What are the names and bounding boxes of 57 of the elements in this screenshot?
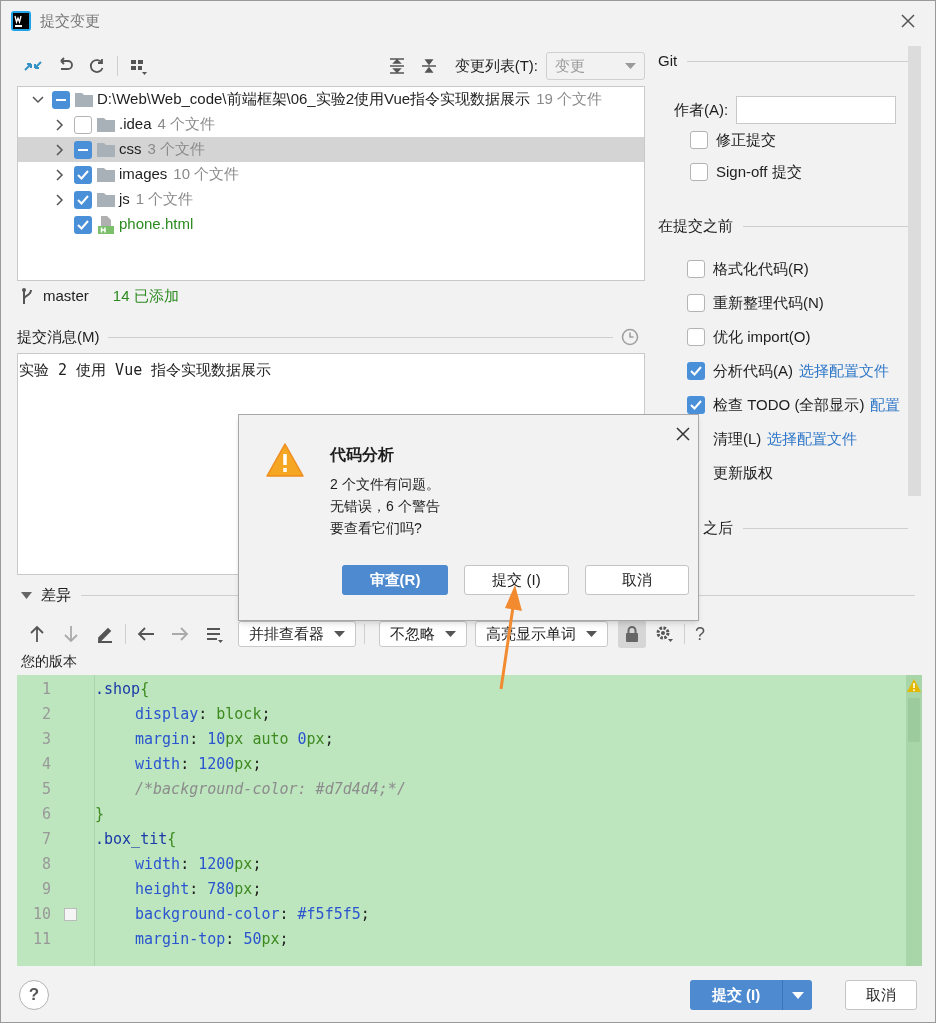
line-number: 2	[40, 704, 51, 726]
code-line: .shop{	[95, 679, 150, 701]
option-label: 检查 TODO (全部显示)	[713, 394, 865, 415]
section-title: 在提交之前	[658, 215, 733, 236]
diff-section-title: 差异	[41, 584, 71, 605]
code-line: height: 780px;	[134, 879, 262, 901]
file-count: 3 个文件	[147, 139, 205, 160]
added-count: 14 已添加	[112, 285, 179, 306]
file-count: 19 个文件	[536, 89, 603, 110]
tree-item-label: css	[119, 139, 142, 160]
option-label: 格式化代码(R)	[713, 258, 809, 279]
author-label: 作者(A):	[674, 99, 729, 120]
section-title: 之后	[703, 517, 733, 538]
option-label: 清理(L)	[713, 428, 762, 449]
file-count: 4 个文件	[157, 114, 216, 135]
tree-item-label: images	[119, 164, 168, 185]
dialog-message: 要查看它们吗?	[330, 519, 423, 538]
window-title: 提交变更	[40, 10, 100, 31]
file-count: 1 个文件	[135, 189, 194, 210]
section-title: Git	[658, 50, 678, 71]
version-label: 您的版本	[21, 651, 77, 671]
option-label: 重新整理代码(N)	[713, 292, 824, 313]
tree-item-label: .idea	[119, 114, 152, 135]
tree-item-label: phone.html	[119, 214, 194, 235]
tree-item-label: D:\Web\Web_code\前端框架\06_实验2使用Vue指令实现数据展示	[97, 89, 531, 110]
option-label: 优化 import(O)	[713, 326, 811, 347]
dialog-message: 无错误，6 个警告	[330, 497, 440, 516]
tree-item-label: js	[119, 189, 130, 210]
line-number: 9	[40, 879, 51, 901]
line-number: 8	[40, 854, 51, 876]
code-line: width: 1200px;	[134, 754, 262, 776]
code-line: width: 1200px;	[134, 854, 262, 876]
code-line: }	[95, 804, 105, 826]
dialog-message: 2 个文件有问题。	[330, 475, 440, 494]
code-line: margin-top: 50px;	[134, 929, 289, 951]
line-number: 6	[40, 804, 51, 826]
line-number: 3	[40, 729, 51, 751]
line-number: 5	[40, 779, 51, 801]
branch-name: master	[43, 285, 89, 306]
file-count: 10 个文件	[173, 164, 240, 185]
line-number: 1	[40, 679, 51, 701]
line-number: 11	[31, 929, 51, 951]
line-number: 7	[40, 829, 51, 851]
line-number: 10	[31, 904, 51, 926]
code-line: .box_tit{	[95, 829, 177, 851]
changelist-label: 变更列表(T):	[454, 55, 538, 76]
code-line: display: block;	[134, 704, 271, 726]
option-label: 分析代码(A)	[713, 360, 793, 381]
line-number: 4	[40, 754, 51, 776]
option-label: 更新版权	[713, 462, 773, 483]
commit-message-label: 提交消息(M)	[17, 326, 100, 347]
code-line: background-color: #f5f5f5;	[134, 904, 370, 926]
dialog-title: 代码分析	[330, 445, 395, 465]
code-line: /*background-color: #d7d4d4;*/	[134, 779, 406, 801]
option-label: Sign-off 提交	[716, 161, 802, 182]
code-line: margin: 10px auto 0px;	[134, 729, 334, 751]
option-label: 修正提交	[716, 129, 776, 150]
